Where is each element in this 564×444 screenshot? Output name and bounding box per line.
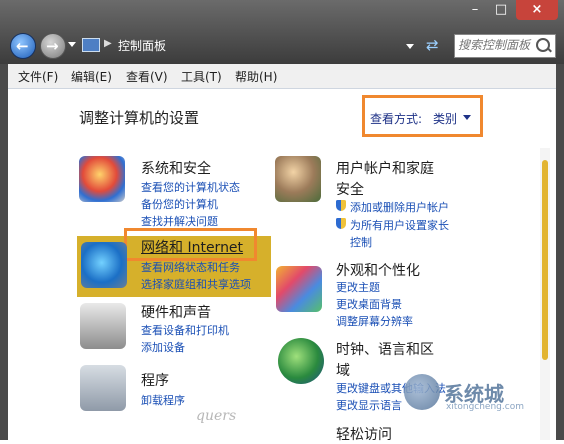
search-icon[interactable] — [536, 38, 550, 52]
page-title: 调整计算机的设置 — [79, 109, 200, 127]
site-watermark-url: xitongcheng.com — [446, 402, 524, 412]
breadcrumb-control-panel[interactable]: 控制面板 — [118, 37, 166, 54]
menu-edit[interactable]: 编辑(E) — [71, 68, 112, 85]
category-appearance-title[interactable]: 外观和个性化 — [336, 260, 420, 280]
link-network-status[interactable]: 查看网络状态和任务 — [141, 259, 240, 275]
printer-icon[interactable] — [80, 303, 126, 349]
view-by-dropdown[interactable]: 类别 — [433, 110, 457, 127]
back-button[interactable]: ← — [10, 33, 36, 59]
menu-view[interactable]: 查看(V) — [126, 68, 168, 85]
link-desktop-background[interactable]: 更改桌面背景 — [336, 296, 402, 312]
signature-watermark: quers — [196, 408, 237, 424]
menu-tools[interactable]: 工具(T) — [181, 68, 222, 85]
category-clock-language-title[interactable]: 时钟、语言和区 — [336, 339, 434, 359]
link-add-device[interactable]: 添加设备 — [141, 339, 185, 355]
uac-shield-icon — [336, 218, 346, 229]
link-uninstall-program[interactable]: 卸载程序 — [141, 392, 185, 408]
address-dropdown-icon[interactable] — [406, 44, 414, 49]
network-globe-icon[interactable] — [81, 242, 127, 288]
link-add-remove-accounts[interactable]: 添加或删除用户帐户 — [350, 199, 449, 215]
maximize-button[interactable]: □ — [490, 0, 512, 20]
view-by-label: 查看方式: — [370, 112, 423, 126]
menu-help[interactable]: 帮助(H) — [235, 68, 277, 85]
link-view-computer-status[interactable]: 查看您的计算机状态 — [141, 179, 240, 195]
category-clock-language-title-line2[interactable]: 域 — [336, 360, 350, 380]
category-programs-title[interactable]: 程序 — [141, 370, 169, 390]
clock-globe-icon[interactable] — [278, 338, 324, 384]
menu-file[interactable]: 文件(F) — [18, 68, 58, 85]
chevron-down-icon[interactable] — [463, 115, 471, 120]
link-screen-resolution[interactable]: 调整屏幕分辨率 — [336, 313, 413, 329]
link-troubleshoot[interactable]: 查找并解决问题 — [141, 213, 218, 229]
link-display-language[interactable]: 更改显示语言 — [336, 397, 402, 413]
category-user-accounts-title[interactable]: 用户帐户和家庭 — [336, 158, 434, 178]
system-security-shield-icon[interactable] — [79, 156, 125, 202]
user-accounts-icon[interactable] — [275, 156, 321, 202]
category-network-internet-title[interactable]: 网络和 Internet — [141, 237, 243, 257]
site-logo-icon — [404, 374, 440, 410]
category-user-accounts-title-line2[interactable]: 安全 — [336, 179, 364, 199]
programs-box-icon[interactable] — [80, 365, 126, 411]
control-panel-icon — [82, 38, 100, 52]
recent-pages-dropdown-icon[interactable] — [68, 42, 76, 47]
link-change-theme[interactable]: 更改主题 — [336, 279, 380, 295]
link-homegroup-sharing[interactable]: 选择家庭组和共享选项 — [141, 276, 251, 292]
refresh-icon[interactable]: ⇄ — [426, 36, 439, 54]
forward-button[interactable]: → — [40, 33, 66, 59]
close-button[interactable]: × — [516, 0, 558, 20]
link-parental-controls-line2[interactable]: 控制 — [350, 234, 372, 250]
breadcrumb-chevron-icon[interactable]: ▶ — [104, 38, 112, 49]
uac-shield-icon — [336, 200, 346, 211]
window-left-border — [0, 64, 8, 440]
category-ease-of-access-title[interactable]: 轻松访问 — [336, 424, 392, 444]
scrollbar-thumb[interactable] — [542, 160, 548, 360]
appearance-monitor-icon[interactable] — [276, 266, 322, 312]
search-input[interactable] — [458, 38, 534, 52]
category-hardware-sound-title[interactable]: 硬件和声音 — [141, 302, 211, 322]
link-devices-printers[interactable]: 查看设备和打印机 — [141, 322, 229, 338]
back-arrow-icon: ← — [16, 37, 29, 55]
forward-arrow-icon: → — [46, 37, 59, 55]
link-backup-computer[interactable]: 备份您的计算机 — [141, 196, 218, 212]
link-parental-controls[interactable]: 为所有用户设置家长 — [350, 217, 449, 233]
category-system-security-title[interactable]: 系统和安全 — [141, 158, 211, 178]
window-right-border — [556, 64, 564, 440]
minimize-button[interactable]: – — [464, 0, 486, 20]
